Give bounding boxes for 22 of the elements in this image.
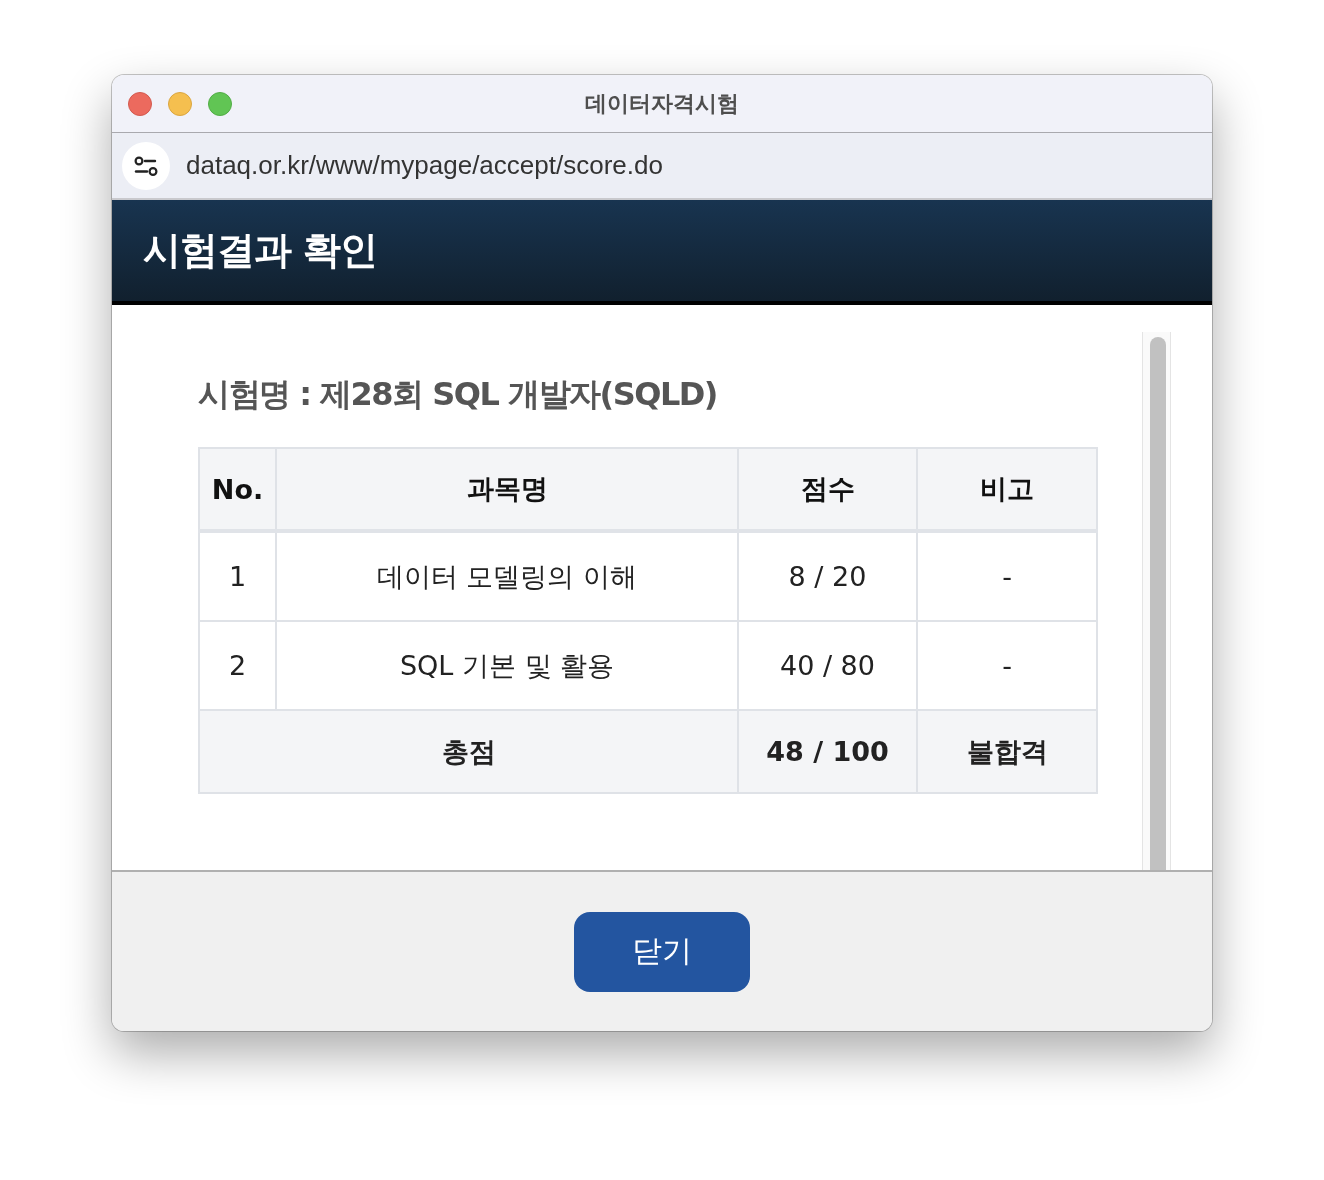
- column-header: 과목명: [276, 448, 738, 531]
- table-cell: 데이터 모델링의 이해: [276, 531, 738, 621]
- window-title: 데이터자격시험: [585, 89, 739, 118]
- column-header: No.: [199, 448, 276, 531]
- sliders-icon[interactable]: [122, 141, 170, 190]
- table-cell: 8 / 20: [738, 531, 917, 621]
- minimize-icon[interactable]: [168, 91, 192, 116]
- close-icon[interactable]: [128, 91, 152, 116]
- column-header: 비고: [917, 448, 1097, 531]
- table-cell: -: [917, 531, 1097, 621]
- address-field[interactable]: dataq.or.kr/www/mypage/accept/score.do: [112, 133, 1212, 200]
- table-cell: 1: [199, 531, 276, 621]
- close-button[interactable]: 닫기: [574, 911, 750, 992]
- result-cell: 불합격: [917, 710, 1097, 793]
- total-score-cell: 48 / 100: [738, 710, 917, 793]
- url-text: dataq.or.kr/www/mypage/accept/score.do: [186, 150, 663, 181]
- page-title: 시험결과 확인: [143, 227, 378, 274]
- column-header: 점수: [738, 448, 917, 531]
- zoom-icon[interactable]: [208, 91, 232, 116]
- scrollbar-thumb[interactable]: [1150, 337, 1166, 870]
- total-label-cell: 총점: [199, 710, 738, 793]
- exam-name: 시험명 : 제28회 SQL 개발자(SQLD): [198, 374, 718, 415]
